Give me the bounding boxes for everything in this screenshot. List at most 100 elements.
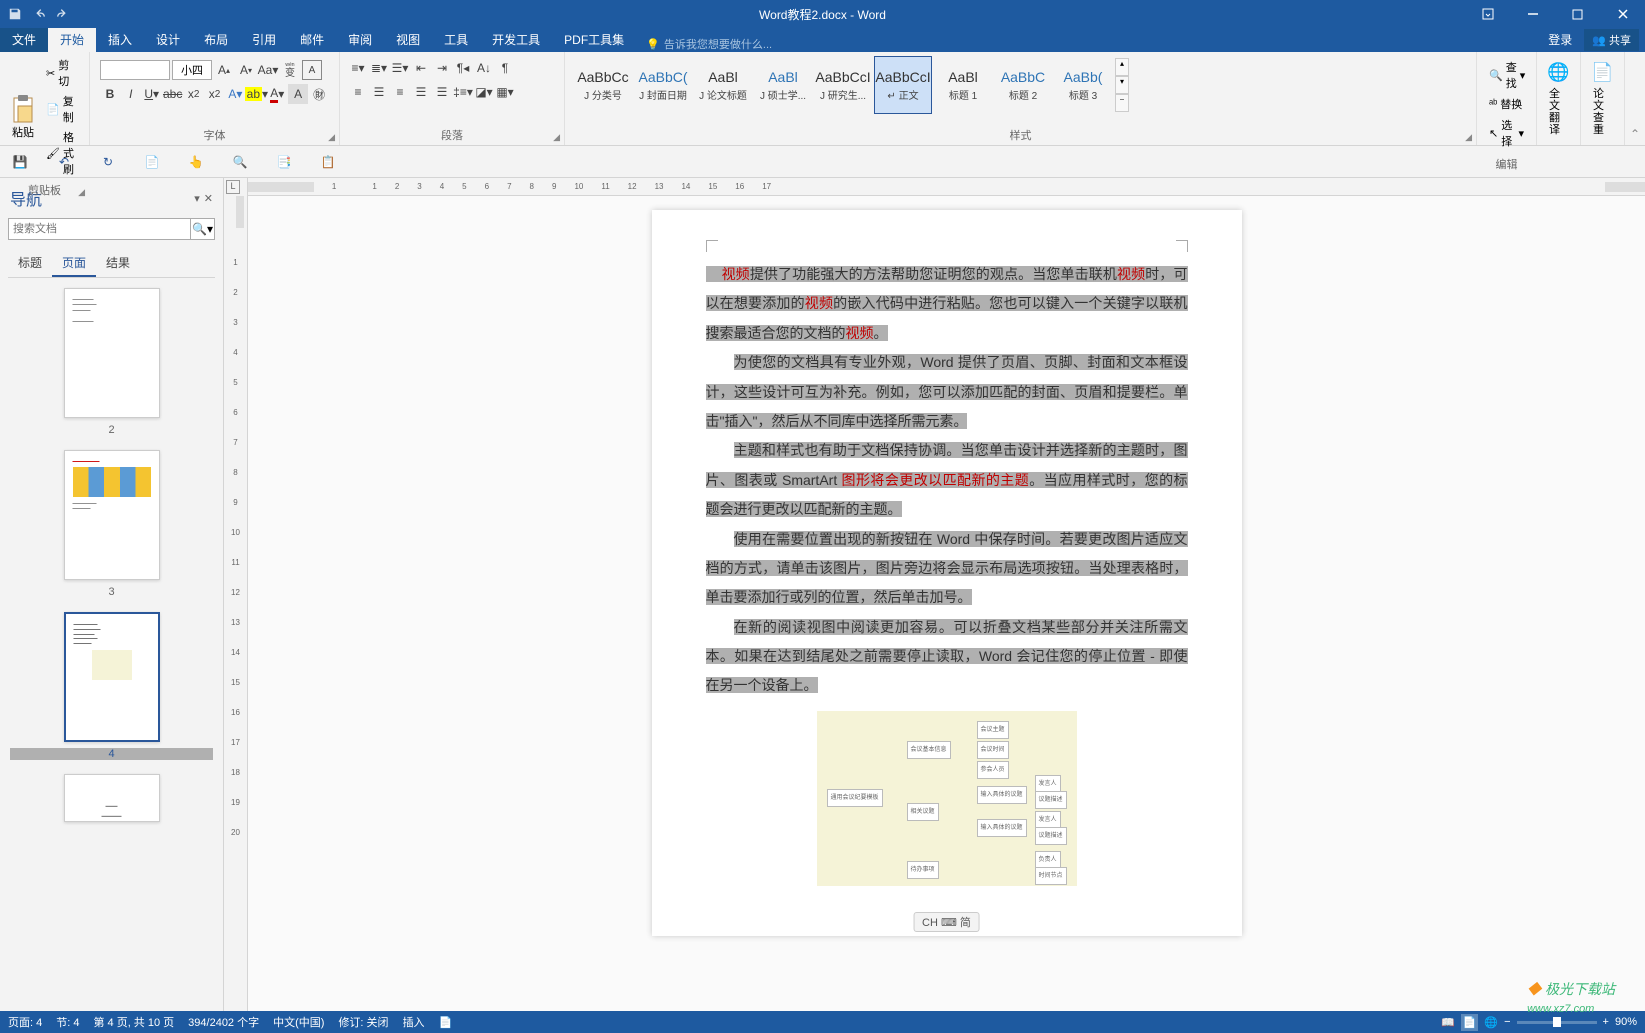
format-painter-button[interactable]: 🖌格式刷: [44, 128, 79, 178]
document-page[interactable]: 视频提供了功能强大的方法帮助您证明您的观点。当您单击联机视频时，可以在想要添加的…: [652, 210, 1242, 936]
font-name-input[interactable]: [100, 60, 170, 80]
qat-redo-icon[interactable]: [54, 5, 72, 23]
replace-button[interactable]: ᵃᵇ替换: [1485, 95, 1528, 113]
view-web-icon[interactable]: 🌐: [1484, 1016, 1498, 1029]
status-section[interactable]: 节: 4: [56, 1014, 79, 1030]
page-thumbnail[interactable]: ▬▬▬▬▬▬▬▬▬▬▬▬▬▬▬▬▬▬▬▬▬▬▬▬▬▬▬▬: [64, 288, 160, 418]
subscript-button[interactable]: x2: [184, 84, 204, 104]
nav-dropdown-icon[interactable]: ▾: [194, 192, 200, 205]
clipboard-launcher-icon[interactable]: ◢: [78, 187, 85, 198]
show-marks-button[interactable]: ¶: [495, 58, 515, 78]
style-item[interactable]: AaBlJ 硕士学...: [754, 56, 812, 114]
grow-font-button[interactable]: A▴: [214, 60, 234, 80]
qat2-copy-icon[interactable]: 📑: [274, 152, 294, 172]
nav-tab-headings[interactable]: 标题: [8, 250, 52, 277]
copy-button[interactable]: 📄复制: [44, 92, 79, 126]
status-insert[interactable]: 插入: [403, 1014, 425, 1030]
page-thumbnail[interactable]: ▬▬▬▬▬▬▬▬▬▬▬▬▬▬▬▬▬▬▬▬▬▬▬: [64, 450, 160, 580]
qat2-paste-icon[interactable]: 📋: [318, 152, 338, 172]
bold-button[interactable]: B: [100, 84, 120, 104]
page-thumbnail[interactable]: ▬▬▬▬▬▬▬▬: [64, 774, 160, 822]
shrink-font-button[interactable]: A▾: [236, 60, 256, 80]
font-size-input[interactable]: [172, 60, 212, 80]
tab-pdf[interactable]: PDF工具集: [552, 27, 636, 52]
text-selection[interactable]: 在新的阅读视图中阅读更加容易。可以折叠文档某些部分并关注所需文本。如果在达到结尾…: [706, 619, 1188, 694]
tab-layout[interactable]: 布局: [192, 27, 240, 52]
minimize-icon[interactable]: [1510, 0, 1555, 28]
font-color-button[interactable]: A▾: [267, 84, 287, 104]
nav-tab-pages[interactable]: 页面: [52, 250, 96, 277]
login-button[interactable]: 登录: [1536, 27, 1584, 52]
change-case-button[interactable]: Aa▾: [258, 60, 278, 80]
decrease-indent-button[interactable]: ⇤: [411, 58, 431, 78]
qat2-print-preview-icon[interactable]: 🔍: [230, 152, 250, 172]
qat-save-icon[interactable]: [6, 5, 24, 23]
distributed-button[interactable]: ☰: [432, 82, 452, 102]
highlight-button[interactable]: ab▾: [246, 84, 266, 104]
nav-tab-results[interactable]: 结果: [96, 250, 140, 277]
embedded-diagram[interactable]: 通用会议纪要模板 会议基本信息 相关议题 待办事项 会议主题 会议时间 参会人员…: [817, 711, 1077, 886]
qat-undo-icon[interactable]: [30, 5, 48, 23]
phonetic-guide-button[interactable]: 变wén: [280, 60, 300, 80]
ribbon-options-icon[interactable]: [1465, 0, 1510, 28]
align-center-button[interactable]: ☰: [369, 82, 389, 102]
status-page-of[interactable]: 第 4 页, 共 10 页: [93, 1014, 174, 1030]
status-extra-icon[interactable]: 📄: [439, 1016, 453, 1029]
tell-me-search[interactable]: 💡 告诉我您想要做什么...: [646, 36, 772, 52]
zoom-slider[interactable]: [1517, 1021, 1597, 1024]
tab-selector-icon[interactable]: L: [226, 180, 240, 194]
nav-search-button[interactable]: 🔍▾: [191, 218, 215, 240]
text-selection[interactable]: 视频提供了功能强大的方法帮助您证明您的观点。当您单击联机视频时，可以在想要添加的…: [706, 266, 1188, 341]
status-page[interactable]: 页面: 4: [8, 1014, 42, 1030]
tab-design[interactable]: 设计: [144, 27, 192, 52]
numbering-button[interactable]: ≣▾: [369, 58, 389, 78]
text-selection[interactable]: 使用在需要位置出现的新按钮在 Word 中保存时间。若要更改图片适应文档的方式，…: [706, 531, 1188, 606]
document-area[interactable]: 3211234567891011121314151617 视频提供了功能强大的方…: [248, 178, 1645, 1011]
tab-tools[interactable]: 工具: [432, 27, 480, 52]
view-print-icon[interactable]: 📄: [1461, 1014, 1479, 1031]
page-thumbnail[interactable]: ▬▬▬▬▬▬▬▬▬▬▬▬▬▬▬▬▬▬▬▬▬▬▬▬▬▬▬▬▬▬▬▬▬▬▬▬▬▬: [64, 612, 160, 742]
paragraph-launcher-icon[interactable]: ◢: [553, 132, 560, 143]
line-spacing-button[interactable]: ‡≡▾: [453, 82, 473, 102]
justify-button[interactable]: ☰: [411, 82, 431, 102]
ltr-button[interactable]: ¶◂: [453, 58, 473, 78]
enclose-char-button[interactable]: ㊖: [309, 84, 329, 104]
plagiarism-button[interactable]: 📄 论文查重: [1587, 54, 1618, 140]
qat2-redo-icon[interactable]: ↻: [98, 152, 118, 172]
borders-button[interactable]: ▦▾: [495, 82, 515, 102]
zoom-out-icon[interactable]: −: [1504, 1016, 1510, 1028]
nav-close-icon[interactable]: ✕: [204, 192, 213, 205]
style-item[interactable]: AaBbCcIJ 研究生...: [814, 56, 872, 114]
tab-file[interactable]: 文件: [0, 27, 48, 52]
view-read-icon[interactable]: 📖: [1441, 1016, 1455, 1029]
qat2-new-icon[interactable]: 📄: [142, 152, 162, 172]
styles-more-icon[interactable]: ⎯: [1115, 94, 1129, 112]
styles-up-icon[interactable]: ▴: [1115, 58, 1129, 76]
style-item[interactable]: AaBbC标题 2: [994, 56, 1052, 114]
zoom-in-icon[interactable]: +: [1603, 1016, 1609, 1028]
text-selection[interactable]: 为使您的文档具有专业外观，Word 提供了页眉、页脚、封面和文本框设计，这些设计…: [706, 354, 1188, 429]
share-button[interactable]: 👥 共享: [1584, 29, 1639, 51]
align-right-button[interactable]: ≡: [390, 82, 410, 102]
font-launcher-icon[interactable]: ◢: [328, 132, 335, 143]
char-shading-button[interactable]: A: [288, 84, 308, 104]
collapse-ribbon-icon[interactable]: ⌃: [1625, 52, 1645, 145]
italic-button[interactable]: I: [121, 84, 141, 104]
nav-search-input[interactable]: [8, 218, 191, 240]
tab-view[interactable]: 视图: [384, 27, 432, 52]
styles-launcher-icon[interactable]: ◢: [1465, 132, 1472, 143]
tab-home[interactable]: 开始: [48, 27, 96, 52]
qat2-touch-icon[interactable]: 👆: [186, 152, 206, 172]
char-border-button[interactable]: A: [302, 60, 322, 80]
style-item[interactable]: AaBlJ 论文标题: [694, 56, 752, 114]
superscript-button[interactable]: x2: [205, 84, 225, 104]
paste-button[interactable]: 粘贴: [6, 54, 40, 180]
tab-insert[interactable]: 插入: [96, 27, 144, 52]
maximize-icon[interactable]: [1555, 0, 1600, 28]
tab-review[interactable]: 审阅: [336, 27, 384, 52]
text-effects-button[interactable]: A▾: [225, 84, 245, 104]
find-button[interactable]: 🔍查找 ▾: [1485, 58, 1528, 92]
align-left-button[interactable]: ≡: [348, 82, 368, 102]
style-item[interactable]: AaBl标题 1: [934, 56, 992, 114]
strikethrough-button[interactable]: abc: [163, 84, 183, 104]
